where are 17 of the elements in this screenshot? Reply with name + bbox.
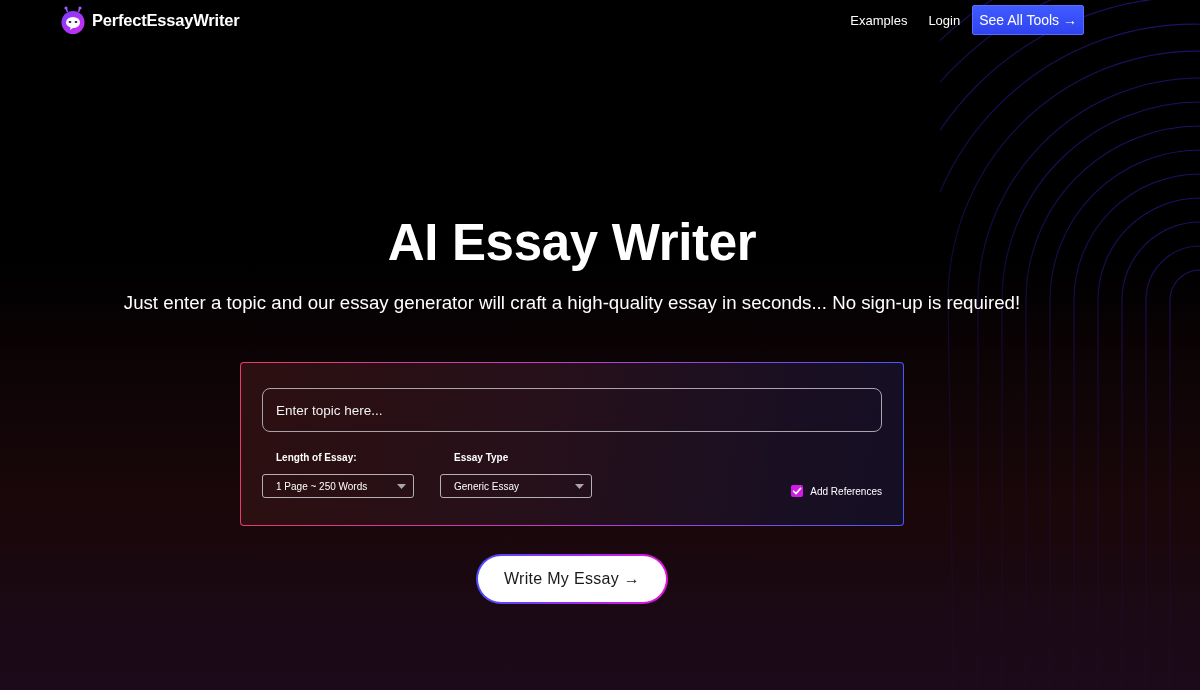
page-subtitle: Just enter a topic and our essay generator will craft a high-quality essay in seconds... No sign-up is required! [123,291,1021,315]
topic-input[interactable]: Enter topic here... [262,388,882,432]
caret-icon [397,483,406,489]
field-label: Essay Type [453,452,510,464]
field-label: Length of Essay: [275,452,358,464]
page-title: AI Essay Writer [387,213,757,273]
see-all-tools-button[interactable]: See All Tools → [972,5,1084,35]
robot-logo-icon [60,6,86,34]
caret-icon [575,483,584,489]
dropdown-select[interactable]: 1 Page ~ 250 Words [262,474,414,498]
brand-name: PerfectEssayWriter [92,10,240,30]
dropdown-select[interactable]: Generic Essay [440,474,592,498]
nav-link[interactable]: Examples [850,12,908,28]
references-checkbox[interactable] [791,485,804,497]
checkbox-label: Add References [810,485,882,497]
write-essay-button[interactable]: Write My Essay → [476,554,668,604]
nav-link[interactable]: Login [928,12,961,28]
